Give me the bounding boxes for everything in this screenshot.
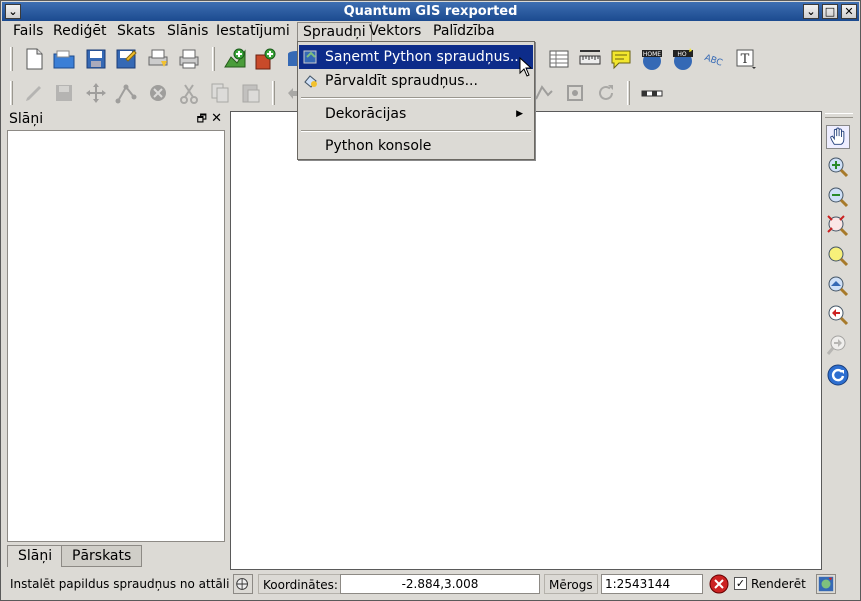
save-edits-icon[interactable] xyxy=(52,81,76,105)
menu-slanis[interactable]: Slānis xyxy=(162,22,213,41)
zoom-full-icon[interactable] xyxy=(826,214,850,238)
dock-title: Slāņi xyxy=(9,111,44,127)
menu-iestatijumi[interactable]: Iestatījumi xyxy=(211,22,295,41)
save-as-icon[interactable] xyxy=(114,47,138,71)
coordinates-label: Koordinātes: xyxy=(258,574,343,594)
zoom-next-icon[interactable] xyxy=(826,333,850,357)
zoom-last-icon[interactable] xyxy=(826,303,850,327)
toggle-editing-icon[interactable] xyxy=(22,81,46,105)
map-tips-icon[interactable] xyxy=(609,47,633,71)
attribute-table-icon[interactable] xyxy=(547,47,571,71)
menu-fails[interactable]: Fails xyxy=(8,22,48,41)
open-project-icon[interactable] xyxy=(52,47,76,71)
add-raster-layer-icon[interactable] xyxy=(254,47,278,71)
toolbar-grip[interactable] xyxy=(10,47,13,71)
projection-icon[interactable] xyxy=(816,574,836,594)
python-plugin-icon xyxy=(303,50,317,64)
menu-vektors[interactable]: Vektors xyxy=(364,22,426,41)
svg-text:HO: HO xyxy=(677,51,687,58)
title-bar[interactable]: ⌄ Quantum GIS rexported ⌄ □ ✕ xyxy=(2,2,859,21)
move-feature-icon[interactable] xyxy=(84,81,108,105)
svg-text:T: T xyxy=(741,52,750,67)
tab-overview[interactable]: Pārskats xyxy=(61,545,143,567)
copy-features-icon[interactable] xyxy=(208,81,232,105)
window-menu-button[interactable]: ⌄ xyxy=(5,4,21,19)
delete-selected-icon[interactable] xyxy=(146,81,170,105)
stop-render-icon[interactable] xyxy=(709,574,729,594)
text-annotation-icon[interactable]: T xyxy=(734,47,758,71)
menu-item-label: Dekorācijas xyxy=(325,106,407,122)
toolbar-grip[interactable] xyxy=(825,113,853,118)
qgis-window: ⌄ Quantum GIS rexported ⌄ □ ✕ Fails Redi… xyxy=(0,0,861,601)
menu-palidziba[interactable]: Palīdzība xyxy=(428,22,500,41)
svg-text:HOME: HOME xyxy=(643,51,661,58)
layers-dock: Slāņi 🗗 ✕ Slāņi Pārskats xyxy=(5,110,227,571)
map-navigation-toolbar xyxy=(823,111,855,570)
new-bookmark-icon[interactable]: HO xyxy=(671,47,695,71)
menu-item-python-console[interactable]: Python konsole xyxy=(299,134,533,158)
scale-field[interactable]: 1:2543144 xyxy=(601,574,703,594)
refresh-icon[interactable] xyxy=(826,363,850,387)
pan-hand-icon[interactable] xyxy=(826,125,850,149)
zoom-out-icon[interactable] xyxy=(826,185,850,209)
menu-bar: Fails Rediģēt Skats Slānis Iestatījumi S… xyxy=(2,21,859,42)
plugins-menu: Saņemt Python spraudņus... Pārvaldīt spr… xyxy=(297,41,535,160)
close-dock-icon[interactable]: ✕ xyxy=(211,110,222,128)
zoom-in-icon[interactable] xyxy=(826,155,850,179)
scale-bar-icon[interactable] xyxy=(640,81,664,105)
close-button[interactable]: ✕ xyxy=(841,4,857,19)
tab-layers[interactable]: Slāņi xyxy=(7,545,64,567)
toolbar-grip[interactable] xyxy=(627,81,630,105)
menu-rediget[interactable]: Rediģēt xyxy=(48,22,111,41)
menu-item-label: Python konsole xyxy=(325,138,432,154)
window-title: Quantum GIS rexported xyxy=(343,4,518,19)
print-composer-icon[interactable] xyxy=(146,47,170,71)
toolbar-grip[interactable] xyxy=(10,81,13,105)
measure-line-icon[interactable] xyxy=(578,47,602,71)
coordinate-capture-icon[interactable] xyxy=(233,574,253,594)
home-bookmark-icon[interactable]: HOME xyxy=(640,47,664,71)
menu-item-get-python-plugins[interactable]: Saņemt Python spraudņus... xyxy=(299,45,533,77)
node-tool-icon[interactable] xyxy=(114,81,138,105)
menu-item-label: Pārvaldīt spraudņus... xyxy=(325,73,478,89)
toolbar-grip[interactable] xyxy=(212,47,215,71)
paste-features-icon[interactable] xyxy=(239,81,263,105)
status-bar: Instalēt papildus spraudņus no attālināt… xyxy=(2,571,859,597)
plugin-manager-icon xyxy=(304,75,317,88)
menu-item-label: Saņemt Python spraudņus... xyxy=(325,49,524,65)
add-vector-layer-icon[interactable] xyxy=(223,47,247,71)
redo-icon[interactable] xyxy=(594,81,618,105)
add-ring-icon[interactable] xyxy=(563,81,587,105)
menu-separator xyxy=(301,97,531,99)
minimize-button[interactable]: ⌄ xyxy=(803,4,819,19)
coordinates-field[interactable]: -2.884,3.008 xyxy=(340,574,540,594)
split-features-icon[interactable] xyxy=(532,81,556,105)
submenu-arrow-icon: ▶ xyxy=(516,109,523,119)
zoom-to-layer-icon[interactable] xyxy=(826,274,850,298)
render-checkbox[interactable]: ✓ xyxy=(734,577,747,590)
svg-text:ABC: ABC xyxy=(703,53,724,69)
toolbar-grip[interactable] xyxy=(272,81,275,105)
maximize-button[interactable]: □ xyxy=(822,4,838,19)
menu-item-manage-plugins[interactable]: Pārvaldīt spraudņus... xyxy=(299,69,533,93)
menu-item-decorations[interactable]: Dekorācijas ▶ xyxy=(299,102,533,126)
zoom-to-selection-icon[interactable] xyxy=(826,244,850,268)
print-icon[interactable] xyxy=(177,47,201,71)
scale-label: Mērogs xyxy=(544,574,598,594)
new-project-icon[interactable] xyxy=(22,47,46,71)
float-dock-icon[interactable]: 🗗 xyxy=(197,110,207,128)
render-label: Renderēt xyxy=(751,577,806,591)
cut-features-icon[interactable] xyxy=(177,81,201,105)
menu-skats[interactable]: Skats xyxy=(112,22,160,41)
label-icon[interactable]: ABC xyxy=(702,47,726,71)
menu-spraudni[interactable]: Spraudņi xyxy=(297,22,372,41)
save-project-icon[interactable] xyxy=(84,47,108,71)
layers-list[interactable] xyxy=(7,130,225,542)
map-canvas[interactable] xyxy=(230,111,822,570)
menu-separator xyxy=(301,130,531,132)
status-message: Instalēt papildus spraudņus no attālināt… xyxy=(10,577,230,591)
dock-title-bar[interactable]: Slāņi 🗗 ✕ xyxy=(5,110,227,128)
